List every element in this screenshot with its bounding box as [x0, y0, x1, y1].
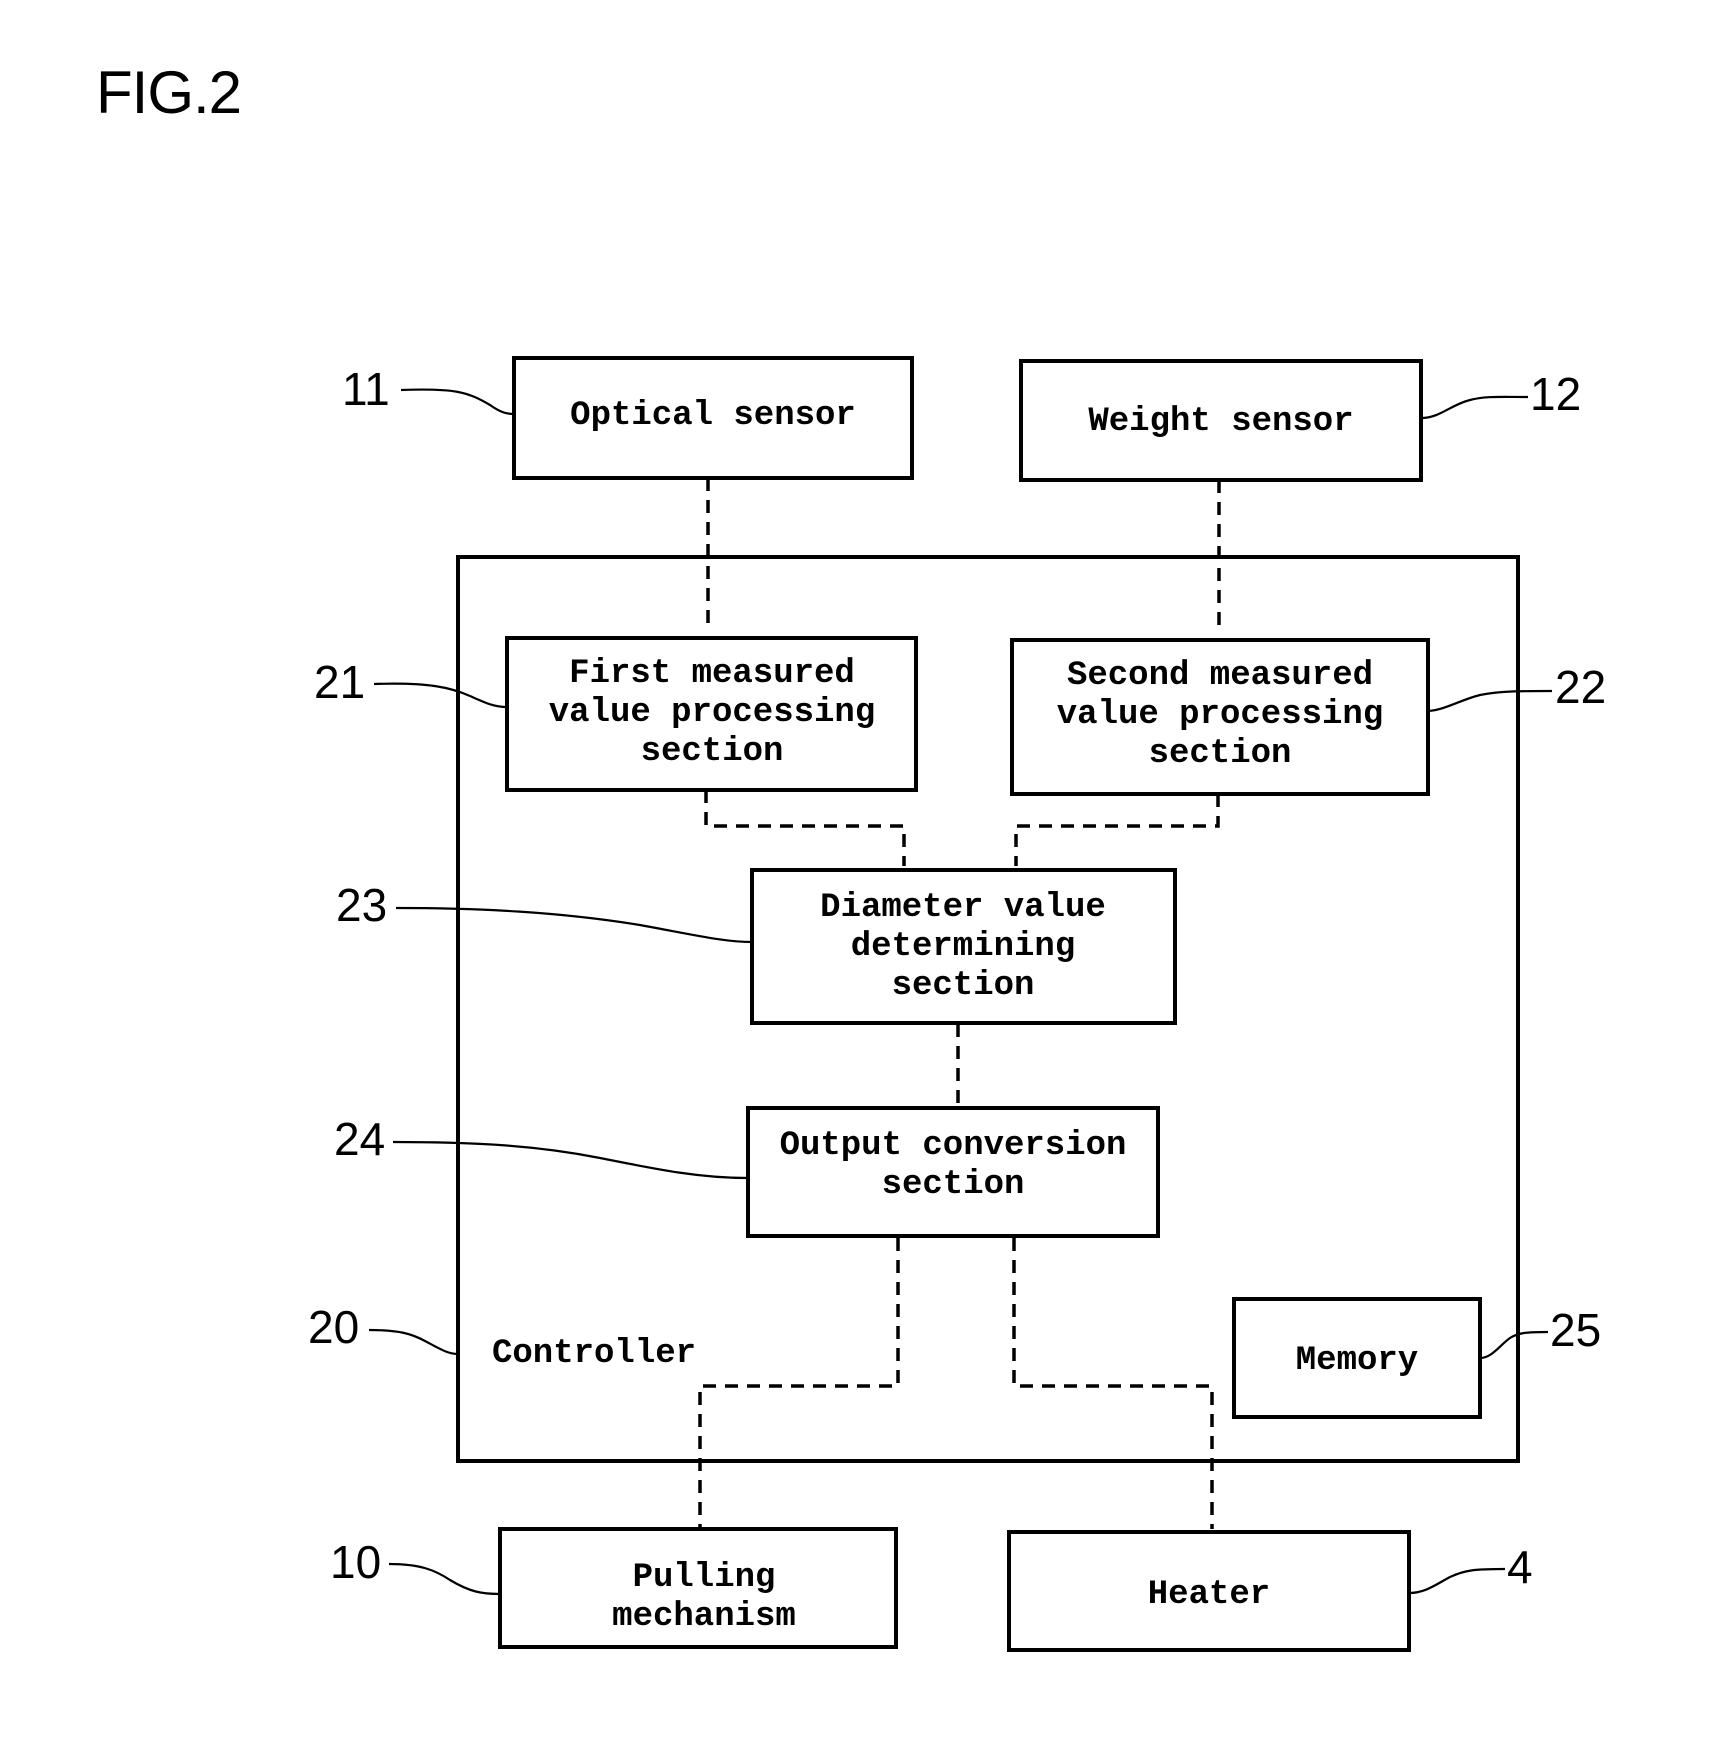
leader-11 — [400, 388, 515, 416]
output-conversion-label-line1: Output conversion — [780, 1127, 1127, 1165]
ref-numeral-10: 10 — [330, 1536, 381, 1588]
ref-numeral-22: 22 — [1555, 661, 1606, 713]
second-processing-label-line3: section — [1149, 735, 1292, 773]
first-processing-label-line2: value processing — [549, 694, 875, 732]
weight-sensor-block: Weight sensor — [1019, 359, 1423, 482]
first-processing-block: First measured value processing section — [505, 636, 918, 792]
diameter-label-line2: determining — [851, 928, 1075, 966]
leader-10 — [388, 1562, 501, 1596]
weight-sensor-label: Weight sensor — [1088, 403, 1353, 441]
optical-sensor-label: Optical sensor — [570, 397, 856, 435]
leader-12 — [1420, 395, 1529, 420]
controller-label: Controller — [492, 1335, 696, 1373]
second-processing-block: Second measured value processing section — [1010, 638, 1430, 796]
memory-block: Memory — [1232, 1297, 1482, 1419]
ref-numeral-23: 23 — [336, 879, 387, 931]
diameter-determining-block: Diameter value determining section — [750, 868, 1177, 1025]
leader-4 — [1408, 1567, 1506, 1595]
ref-numeral-24: 24 — [334, 1113, 385, 1165]
output-conversion-block: Output conversion section — [746, 1106, 1160, 1238]
output-conversion-label-line2: section — [882, 1166, 1025, 1204]
heater-block: Heater — [1007, 1530, 1411, 1652]
leader-20 — [368, 1328, 459, 1356]
ref-numeral-20: 20 — [308, 1301, 359, 1353]
ref-numeral-12: 12 — [1530, 368, 1581, 420]
pulling-label-line2: mechanism — [612, 1598, 796, 1636]
second-processing-label-line2: value processing — [1057, 696, 1383, 734]
pulling-label-line1: Pulling — [633, 1559, 776, 1597]
heater-label: Heater — [1148, 1576, 1270, 1614]
first-processing-label-line1: First measured — [569, 655, 855, 693]
memory-label: Memory — [1296, 1342, 1418, 1380]
block-diagram: Controller Optical sensor Weight sensor … — [308, 356, 1606, 1652]
optical-sensor-block: Optical sensor — [512, 356, 914, 480]
ref-numeral-11: 11 — [342, 363, 390, 415]
diameter-label-line1: Diameter value — [820, 889, 1106, 927]
first-processing-label-line3: section — [641, 733, 784, 771]
ref-numeral-21: 21 — [314, 656, 365, 708]
ref-numeral-4: 4 — [1507, 1541, 1533, 1593]
pulling-mechanism-block: Pulling mechanism — [498, 1527, 898, 1649]
ref-numeral-25: 25 — [1550, 1304, 1601, 1356]
diameter-label-line3: section — [892, 967, 1035, 1005]
second-processing-label-line1: Second measured — [1067, 657, 1373, 695]
